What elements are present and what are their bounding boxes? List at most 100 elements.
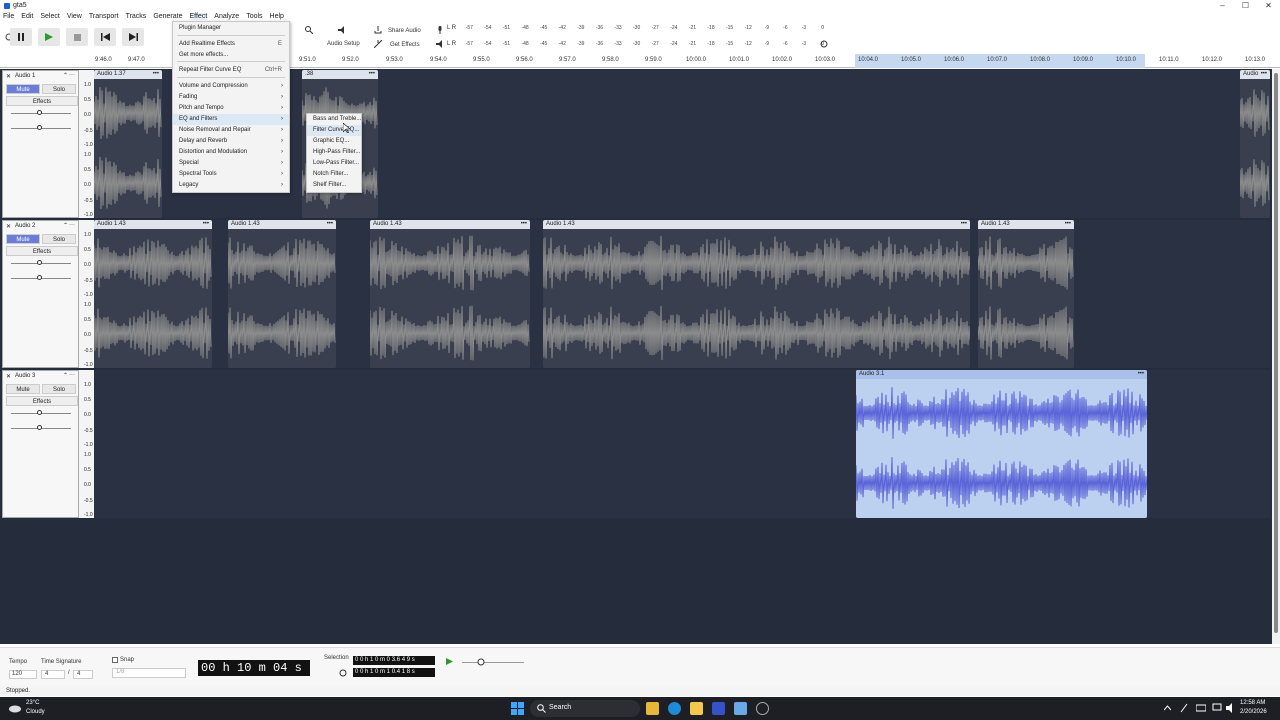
eq-submenu-item[interactable]: Shelf Filter... [307,180,361,191]
vertical-scale[interactable]: 1.0 0.5 0.0 -0.5 -1.0 1.0 0.5 0.0 -0.5 -1.0 [79,70,94,218]
stop-button[interactable] [66,28,88,46]
clip-header[interactable]: Audio 3.1 ••• [856,370,1147,379]
speaker-icon[interactable] [334,24,350,36]
clip-menu-icon[interactable]: ••• [153,70,159,79]
effect-menu-item[interactable]: Repeat Filter Curve EQ Ctrl+R [173,65,289,76]
vertical-scale[interactable]: 1.0 0.5 0.0 -0.5 -1.0 1.0 0.5 0.0 -0.5 -1.0 [79,220,94,368]
maximize-button[interactable]: ☐ [1234,0,1257,11]
track-menu-icon[interactable]: ··· [69,222,75,228]
network-icon[interactable] [1212,703,1222,713]
clip-menu-icon[interactable]: ••• [327,220,333,229]
taskbar-date[interactable]: 2/20/2026 [1240,709,1267,715]
audacity-app-icon[interactable] [712,702,725,715]
eq-submenu-item[interactable]: Bass and Treble... [307,114,361,125]
solo-button[interactable]: Solo [42,234,76,244]
edge-icon[interactable] [668,702,681,715]
track-lane[interactable]: Audio 1.43 ••• Audio 1.43 ••• Audio 1.43 ••… [94,220,1270,368]
clip-menu-icon[interactable]: ••• [369,70,375,79]
clip-header[interactable]: Audio 1.43 ••• [370,220,530,229]
volume-icon[interactable] [1226,703,1236,713]
menu-help[interactable]: Help [270,13,284,20]
effect-menu-item[interactable]: Special › [173,158,289,169]
effect-menu-item[interactable]: Add Realtime Effects E [173,39,289,50]
eq-submenu-item[interactable]: Notch Filter... [307,169,361,180]
eq-submenu-item[interactable]: Low-Pass Filter... [307,158,361,169]
time-display[interactable]: 00 h 10 m 04 s [198,660,310,676]
gain-slider-knob[interactable] [37,110,42,115]
track-name[interactable]: Audio 3 [15,373,35,379]
effect-menu-item[interactable]: Noise Removal and Repair › [173,125,289,136]
clip-header[interactable]: Audio ••• [1240,70,1270,79]
audio-clip[interactable]: Audio ••• [1240,70,1270,218]
pan-slider-knob[interactable] [37,125,42,130]
clip-header[interactable]: Audio 1.43 ••• [978,220,1074,229]
clip-header[interactable]: Audio 1.43 ••• [543,220,970,229]
menu-analyze[interactable]: Analyze [214,13,239,20]
chevron-up-icon[interactable] [1164,705,1171,711]
snap-checkbox[interactable] [112,657,118,663]
track-name[interactable]: Audio 1 [15,73,35,79]
close-icon[interactable]: ✕ [6,223,11,230]
eq-submenu-item[interactable]: High-Pass Filter... [307,147,361,158]
play-button[interactable] [38,28,60,46]
effect-menu-item[interactable]: EQ and Filters › [173,114,289,125]
menu-tracks[interactable]: Tracks [126,13,147,20]
microphone-icon[interactable] [434,24,446,36]
track-menu-icon[interactable]: ··· [69,372,75,378]
clip-header[interactable]: Audio 1.43 ••• [94,220,212,229]
audio-clip[interactable]: Audio 1.37 ••• [94,70,162,218]
minimize-button[interactable]: – [1211,0,1234,11]
selection-start[interactable]: 0 0 h 1 0 m 0 3.6 4 9 s [353,656,435,665]
menu-generate[interactable]: Generate [153,13,182,20]
pan-slider-knob[interactable] [37,275,42,280]
windows-start-icon[interactable] [511,702,524,715]
clip-menu-icon[interactable]: ••• [1065,220,1071,229]
clip-header[interactable]: Audio 1.37 ••• [94,70,162,79]
collapse-icon[interactable]: ⌃ [63,72,68,79]
tempo-input[interactable]: 120 [9,670,37,679]
clip-menu-icon[interactable]: ••• [1261,70,1267,79]
effect-menu-item[interactable]: Get more effects... [173,50,289,61]
playback-meter[interactable]: -57 -54 -51 -48 -45 -42 -39 -36 -33 -30 -27 -24 -21 -… [460,41,832,51]
audio-clip[interactable]: Audio 1.43 ••• [543,220,970,368]
pen-icon[interactable] [1180,703,1188,713]
menu-edit[interactable]: Edit [21,13,33,20]
close-icon[interactable]: ✕ [6,373,11,380]
menu-file[interactable]: File [3,13,14,20]
gain-slider-knob[interactable] [37,410,42,415]
close-button[interactable]: ✕ [1257,0,1280,11]
zoom-icon[interactable] [302,24,316,36]
time-sig-numerator[interactable]: 4 [41,670,65,679]
effect-menu-item[interactable]: Delay and Reverb › [173,136,289,147]
touch-keyboard-icon[interactable] [1196,703,1206,713]
pan-slider-knob[interactable] [37,425,42,430]
effects-button[interactable]: Effects [6,96,78,106]
skip-to-end-button[interactable] [122,28,144,46]
play-at-speed-icon[interactable] [446,658,454,665]
menu-select[interactable]: Select [40,13,59,20]
effect-menu-item[interactable]: Distortion and Modulation › [173,147,289,158]
share-icon[interactable] [372,24,384,36]
share-audio-button[interactable]: Share Audio [388,28,421,34]
close-icon[interactable]: ✕ [6,73,11,80]
get-effects-button[interactable]: Get Effects [390,42,420,48]
clip-menu-icon[interactable]: ••• [203,220,209,229]
effect-menu-item[interactable]: Volume and Compression › [173,81,289,92]
mute-button[interactable]: Mute [6,84,40,94]
clip-header[interactable]: Audio 1.43 ••• [228,220,336,229]
menu-transport[interactable]: Transport [89,13,119,20]
taskbar-time[interactable]: 12:58 AM [1240,700,1265,706]
menu-effect[interactable]: Effect [189,13,208,20]
vertical-scrollbar[interactable] [1272,69,1280,644]
taskbar-search[interactable]: Search [530,700,640,717]
clip-header[interactable]: .38 ••• [302,70,378,79]
track-menu-icon[interactable]: ··· [69,72,75,78]
menu-tools[interactable]: Tools [246,13,262,20]
effect-menu-item[interactable]: Plugin Manager [173,23,289,34]
get-effects-icon[interactable] [372,38,384,50]
time-sig-denominator[interactable]: 4 [73,670,93,679]
gain-slider-knob[interactable] [37,260,42,265]
skip-to-start-button[interactable] [94,28,116,46]
eq-submenu-item[interactable]: Graphic EQ... [307,136,361,147]
effect-menu-item[interactable]: Legacy › [173,180,289,191]
